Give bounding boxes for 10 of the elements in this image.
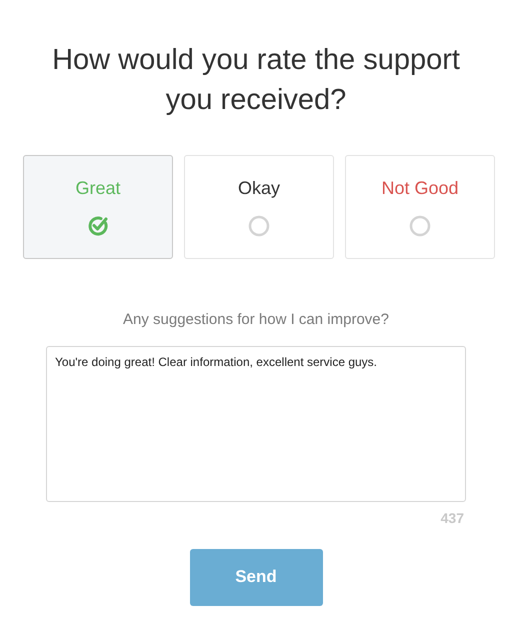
suggestions-field[interactable]: You're doing great! Clear information, excellent service guys. bbox=[46, 346, 466, 502]
rating-option[interactable]: Okay bbox=[184, 155, 334, 259]
radio-circle-icon bbox=[409, 215, 431, 237]
suggestions-label: Any suggestions for how I can improve? bbox=[123, 310, 389, 330]
rating-option[interactable]: Great bbox=[23, 155, 173, 259]
check-circle-icon bbox=[87, 215, 109, 237]
rating-option[interactable]: Not Good bbox=[345, 155, 495, 259]
send-button[interactable]: Send bbox=[190, 548, 322, 606]
page-title: How would you rate the support you received? bbox=[51, 43, 461, 118]
radio-circle-icon bbox=[248, 215, 270, 237]
